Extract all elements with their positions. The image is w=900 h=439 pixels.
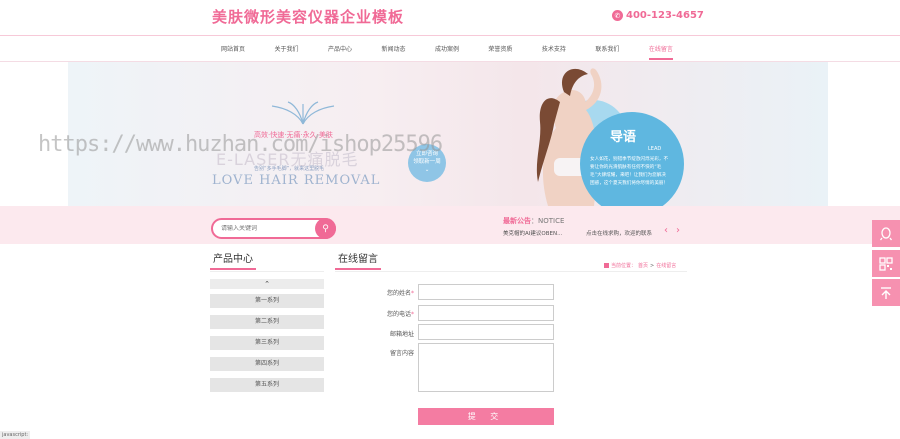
nav-item-cases[interactable]: 成功案例 (435, 39, 459, 60)
site-logo[interactable]: 美肤微形美容仪器企业模板 (212, 6, 404, 27)
search-notice-strip (0, 206, 900, 244)
feather-icon (271, 101, 335, 125)
category-item[interactable]: 第二系列 (210, 315, 324, 329)
guide-lead: LEAD (648, 146, 662, 152)
phone-label: 您的电话* (354, 309, 414, 318)
name-label-text: 您的姓名 (386, 290, 411, 297)
name-label: 您的姓名* (354, 288, 414, 297)
home-icon (604, 263, 609, 268)
chevron-left-icon[interactable]: ‹ (664, 225, 668, 236)
search-box: ⚲ (211, 218, 336, 239)
phone-field[interactable] (418, 305, 554, 321)
nav-item-support[interactable]: 技术支持 (542, 39, 566, 60)
back-to-top-button[interactable] (872, 279, 900, 306)
phone-label-text: 您的电话 (386, 311, 411, 318)
breadcrumb-separator: > (650, 262, 655, 269)
submit-button[interactable]: 提 交 (418, 408, 554, 425)
guide-text: 女人如花，别错季节绽放闪烁光彩，不要让你的光滑肌肤有任何不快的“毛毛”大肆炫耀，… (590, 157, 669, 186)
search-input[interactable] (213, 225, 313, 232)
notice-label: 最新公告：NOTICE (503, 216, 564, 226)
consult-line2: 领取新一周 (413, 159, 441, 166)
category-collapse-button[interactable]: ⌃ (210, 279, 324, 289)
nav-item-about[interactable]: 关于我们 (274, 39, 298, 60)
email-label: 邮箱地址 (354, 329, 414, 338)
banner-title-en: LOVE HAIR REMOVAL (212, 173, 381, 188)
search-icon: ⚲ (322, 223, 329, 234)
back-to-top-icon (881, 286, 891, 299)
phone-icon: ✆ (612, 10, 623, 21)
category-item[interactable]: 第一系列 (210, 294, 324, 308)
main-nav: 网站首页 关于我们 产品中心 新闻动态 成功案例 荣誉资质 技术支持 联系我们 … (212, 39, 682, 60)
message-title: 在线留言 (335, 250, 381, 270)
name-field[interactable] (418, 284, 554, 300)
nav-item-contact[interactable]: 联系我们 (595, 39, 619, 60)
chevron-down-icon: ⌄ (424, 166, 430, 173)
products-title: 产品中心 (210, 250, 256, 270)
guide-title: 导语 (610, 130, 637, 145)
category-item[interactable]: 第三系列 (210, 336, 324, 350)
qr-code-button[interactable] (872, 250, 900, 277)
nav-item-products[interactable]: 产品中心 (328, 39, 352, 60)
hotline: ✆ 400-123-4657 (612, 10, 704, 21)
nav-item-message[interactable]: 在线留言 (648, 39, 673, 60)
message-divider (335, 271, 687, 272)
hotline-number: 400-123-4657 (626, 10, 704, 21)
guide-panel: 导语 LEAD 女人如花，别错季节绽放闪烁光彩，不要让你的光滑肌肤有任何不快的“… (580, 112, 684, 206)
content-label: 留言内容 (354, 348, 414, 357)
notice-item[interactable]: 点击在线求购，欢迎的联系 (586, 229, 652, 237)
breadcrumb-current[interactable]: 在线留言 (656, 262, 676, 269)
chevron-right-icon[interactable]: › (676, 225, 680, 236)
banner-slogan: 告别“多手毛脚”，就来这里脱毛 (254, 166, 325, 172)
products-divider (210, 271, 324, 272)
breadcrumb-home[interactable]: 首页 (638, 262, 648, 269)
chevron-up-icon: ⌃ (264, 280, 270, 288)
status-bar: javascript: (0, 431, 30, 439)
nav-item-home[interactable]: 网站首页 (221, 39, 245, 60)
email-field[interactable] (418, 324, 554, 340)
search-button[interactable]: ⚲ (315, 218, 336, 239)
content-field[interactable] (418, 343, 554, 392)
qq-button[interactable] (872, 220, 900, 247)
email-label-text: 邮箱地址 (389, 331, 414, 338)
breadcrumb-label: 当前位置： (611, 263, 637, 269)
header-divider (0, 35, 900, 36)
category-item[interactable]: 第五系列 (210, 378, 324, 392)
qq-icon (879, 226, 893, 240)
category-item[interactable]: 第四系列 (210, 357, 324, 371)
notice-label-en: ：NOTICE (531, 217, 565, 225)
watermark: https://www.huzhan.com/ishop25596 (38, 132, 443, 157)
required-mark: * (411, 311, 414, 318)
notice-label-cn: 最新公告 (503, 217, 531, 225)
breadcrumb: 当前位置： 首页 > 在线留言 (604, 262, 676, 269)
qr-code-icon (879, 256, 893, 271)
notice-item[interactable]: 美克帽的AI建议OBEN... (503, 229, 562, 237)
nav-item-honors[interactable]: 荣誉资质 (488, 39, 512, 60)
content-label-text: 留言内容 (389, 350, 414, 357)
nav-item-news[interactable]: 新闻动态 (381, 39, 405, 60)
required-mark: * (411, 290, 414, 297)
